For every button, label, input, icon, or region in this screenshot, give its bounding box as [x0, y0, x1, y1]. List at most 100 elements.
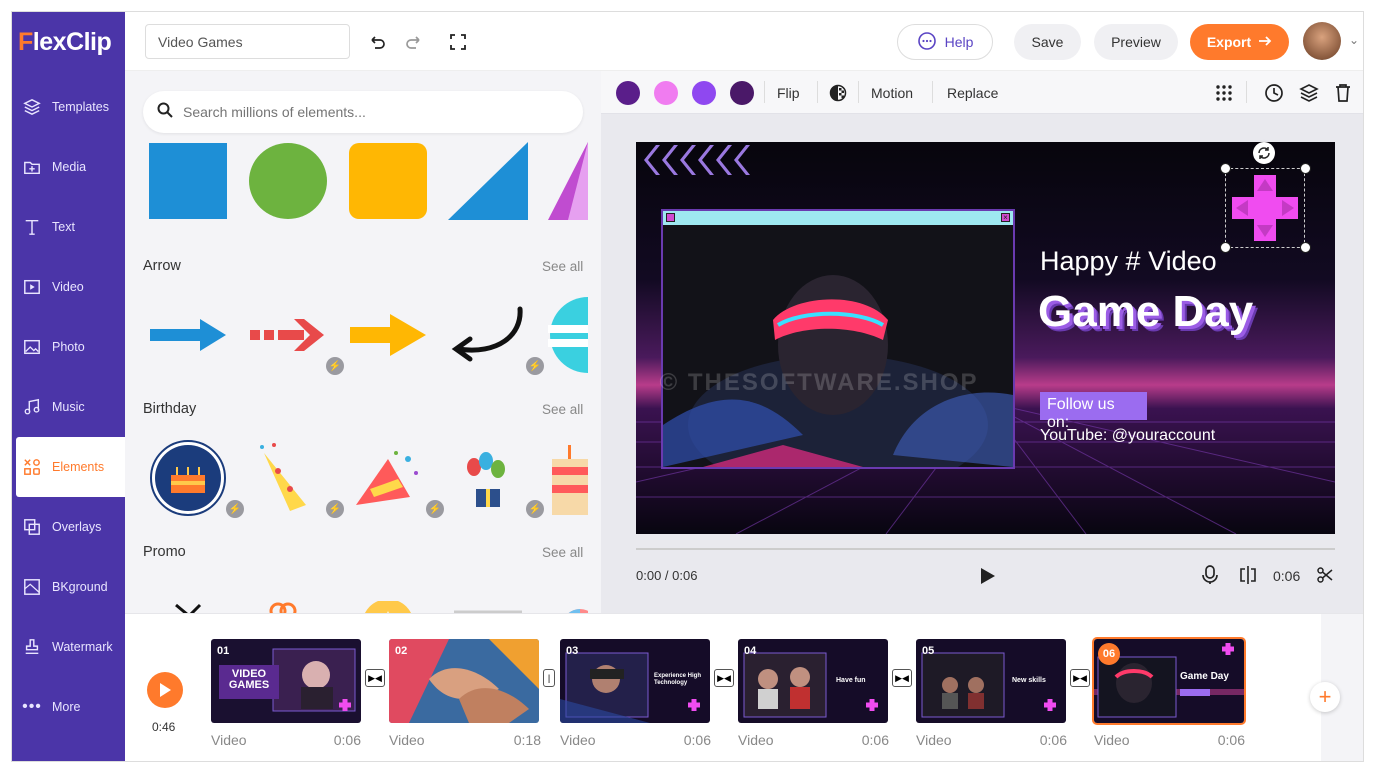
- color-swatch-2[interactable]: [654, 81, 678, 105]
- clip-thumbnail-01[interactable]: 01 VIDEO GAMES: [211, 639, 361, 723]
- sidebar-item-more[interactable]: ••• More: [12, 677, 125, 737]
- see-all-birthday-link[interactable]: See all: [542, 402, 583, 417]
- transparency-icon[interactable]: [827, 82, 849, 104]
- transition-icon[interactable]: ▶◀: [1070, 669, 1090, 687]
- color-swatch-4[interactable]: [730, 81, 754, 105]
- clip-thumbnail-05[interactable]: 05 New skills: [916, 639, 1066, 723]
- birthday-cake-slice[interactable]: [548, 438, 588, 518]
- save-button[interactable]: Save: [1014, 24, 1081, 60]
- video-canvas[interactable]: × © THESOFTWARE.SHOP Happy # Video Game …: [636, 142, 1335, 534]
- arrow-cyan-circle[interactable]: [548, 295, 588, 375]
- preview-button[interactable]: Preview: [1094, 24, 1178, 60]
- promo-black-text[interactable]: [448, 581, 528, 613]
- sidebar-item-overlays[interactable]: Overlays: [12, 497, 125, 557]
- flexclip-logo[interactable]: FlexClip: [18, 28, 113, 62]
- party-hat[interactable]: [348, 438, 428, 518]
- see-all-arrow-link[interactable]: See all: [542, 259, 583, 274]
- duration-display: 0:06: [1273, 568, 1301, 584]
- transition-icon[interactable]: ▶◀: [714, 669, 734, 687]
- shape-square-blue[interactable]: [148, 141, 228, 221]
- arrow-yellow[interactable]: [348, 295, 428, 375]
- transition-icon[interactable]: |: [543, 669, 555, 687]
- help-button[interactable]: Help: [897, 24, 993, 60]
- search-input[interactable]: [183, 104, 563, 120]
- promo-shopping-basket[interactable]: [148, 581, 228, 613]
- sidebar-item-watermark[interactable]: Watermark: [12, 617, 125, 677]
- balloons-gift[interactable]: [448, 438, 528, 518]
- avatar[interactable]: [1303, 22, 1341, 60]
- microphone-icon[interactable]: [1201, 565, 1219, 590]
- canvas-follow-badge[interactable]: Follow us on:: [1040, 392, 1147, 431]
- replace-button[interactable]: Replace: [947, 85, 998, 101]
- arrow-blue[interactable]: [148, 295, 228, 375]
- color-swatch-3[interactable]: [692, 81, 716, 105]
- chevron-down-icon[interactable]: ⌄: [1349, 33, 1359, 47]
- rotate-handle-icon[interactable]: [1253, 142, 1275, 164]
- sidebar-item-video[interactable]: Video: [12, 257, 125, 317]
- shape-circle-green[interactable]: [248, 141, 328, 221]
- grid-icon[interactable]: [1213, 82, 1235, 104]
- promo-colorful-ball[interactable]: [548, 581, 588, 613]
- arrow-red-dashed[interactable]: [248, 295, 328, 375]
- add-scene-button[interactable]: +: [1310, 682, 1340, 712]
- fullscreen-icon[interactable]: [446, 30, 470, 54]
- clock-icon[interactable]: [1263, 82, 1285, 104]
- retro-window-frame[interactable]: ×: [661, 209, 1015, 469]
- canvas-text-line1[interactable]: Happy # Video: [1040, 246, 1217, 277]
- trash-icon[interactable]: [1332, 82, 1354, 104]
- sidebar-item-text[interactable]: Text: [12, 197, 125, 257]
- export-button[interactable]: Export: [1190, 24, 1289, 60]
- canvas-youtube-text[interactable]: YouTube: @youraccount: [1040, 427, 1215, 445]
- sidebar-item-templates[interactable]: Templates: [12, 77, 125, 137]
- background-icon: [22, 577, 42, 597]
- clip-duration: 0:06: [1217, 732, 1245, 748]
- sidebar-item-photo[interactable]: Photo: [12, 317, 125, 377]
- sidebar-item-music[interactable]: Music: [12, 377, 125, 437]
- clip-number: 03: [566, 645, 579, 657]
- clip-duration: 0:06: [683, 732, 711, 748]
- redo-icon[interactable]: [402, 30, 426, 54]
- search-box[interactable]: [143, 91, 583, 133]
- clip-title: VIDEO GAMES: [228, 668, 270, 691]
- sidebar-item-bkground[interactable]: BKground: [12, 557, 125, 617]
- resize-handle[interactable]: [1220, 242, 1231, 253]
- transition-icon[interactable]: ▶◀: [365, 669, 385, 687]
- birthday-cake-badge[interactable]: [148, 438, 228, 518]
- canvas-text-title[interactable]: Game Day: [1038, 287, 1253, 337]
- playback-progress-bar[interactable]: [636, 548, 1335, 550]
- clip-thumbnail-04[interactable]: 04 Have fun: [738, 639, 888, 723]
- sidebar-item-label: Text: [52, 220, 75, 234]
- sidebar-item-media[interactable]: Media: [12, 137, 125, 197]
- resize-handle[interactable]: [1300, 163, 1311, 174]
- shape-triangle-blue[interactable]: [448, 141, 528, 221]
- clip-thumbnail-02[interactable]: 02: [389, 639, 539, 723]
- motion-button[interactable]: Motion: [871, 85, 913, 101]
- clip-number-badge: 06: [1098, 643, 1120, 665]
- sidebar-item-elements[interactable]: Elements: [16, 437, 125, 497]
- shape-triangle-purple[interactable]: [548, 141, 588, 221]
- clip-thumbnail-06[interactable]: 06 Game Day: [1094, 639, 1244, 723]
- selected-dpad-element[interactable]: [1225, 168, 1305, 248]
- promo-star-badge[interactable]: [348, 581, 428, 613]
- resize-handle[interactable]: [1220, 163, 1231, 174]
- split-icon[interactable]: [1239, 565, 1257, 590]
- color-swatch-1[interactable]: [616, 81, 640, 105]
- total-duration: 0:46: [152, 720, 176, 734]
- play-icon[interactable]: [977, 566, 997, 591]
- flip-button[interactable]: Flip: [777, 85, 800, 101]
- scissors-icon[interactable]: [1317, 567, 1333, 588]
- video-icon: [22, 277, 42, 297]
- clip-thumbnail-03[interactable]: 03 Experience High Technology: [560, 639, 710, 723]
- undo-icon[interactable]: [365, 30, 389, 54]
- sidebar-item-label: Elements: [52, 460, 105, 474]
- resize-handle[interactable]: [1300, 242, 1311, 253]
- play-all-button[interactable]: [147, 672, 183, 708]
- arrow-black-curved[interactable]: [448, 295, 528, 375]
- see-all-promo-link[interactable]: See all: [542, 545, 583, 560]
- project-name-input[interactable]: Video Games: [145, 24, 350, 59]
- shape-rounded-square-yellow[interactable]: [348, 141, 428, 221]
- layers-icon[interactable]: [1298, 82, 1320, 104]
- transition-icon[interactable]: ▶◀: [892, 669, 912, 687]
- promo-gift-box[interactable]: [248, 581, 328, 613]
- party-popper-yellow[interactable]: [248, 438, 328, 518]
